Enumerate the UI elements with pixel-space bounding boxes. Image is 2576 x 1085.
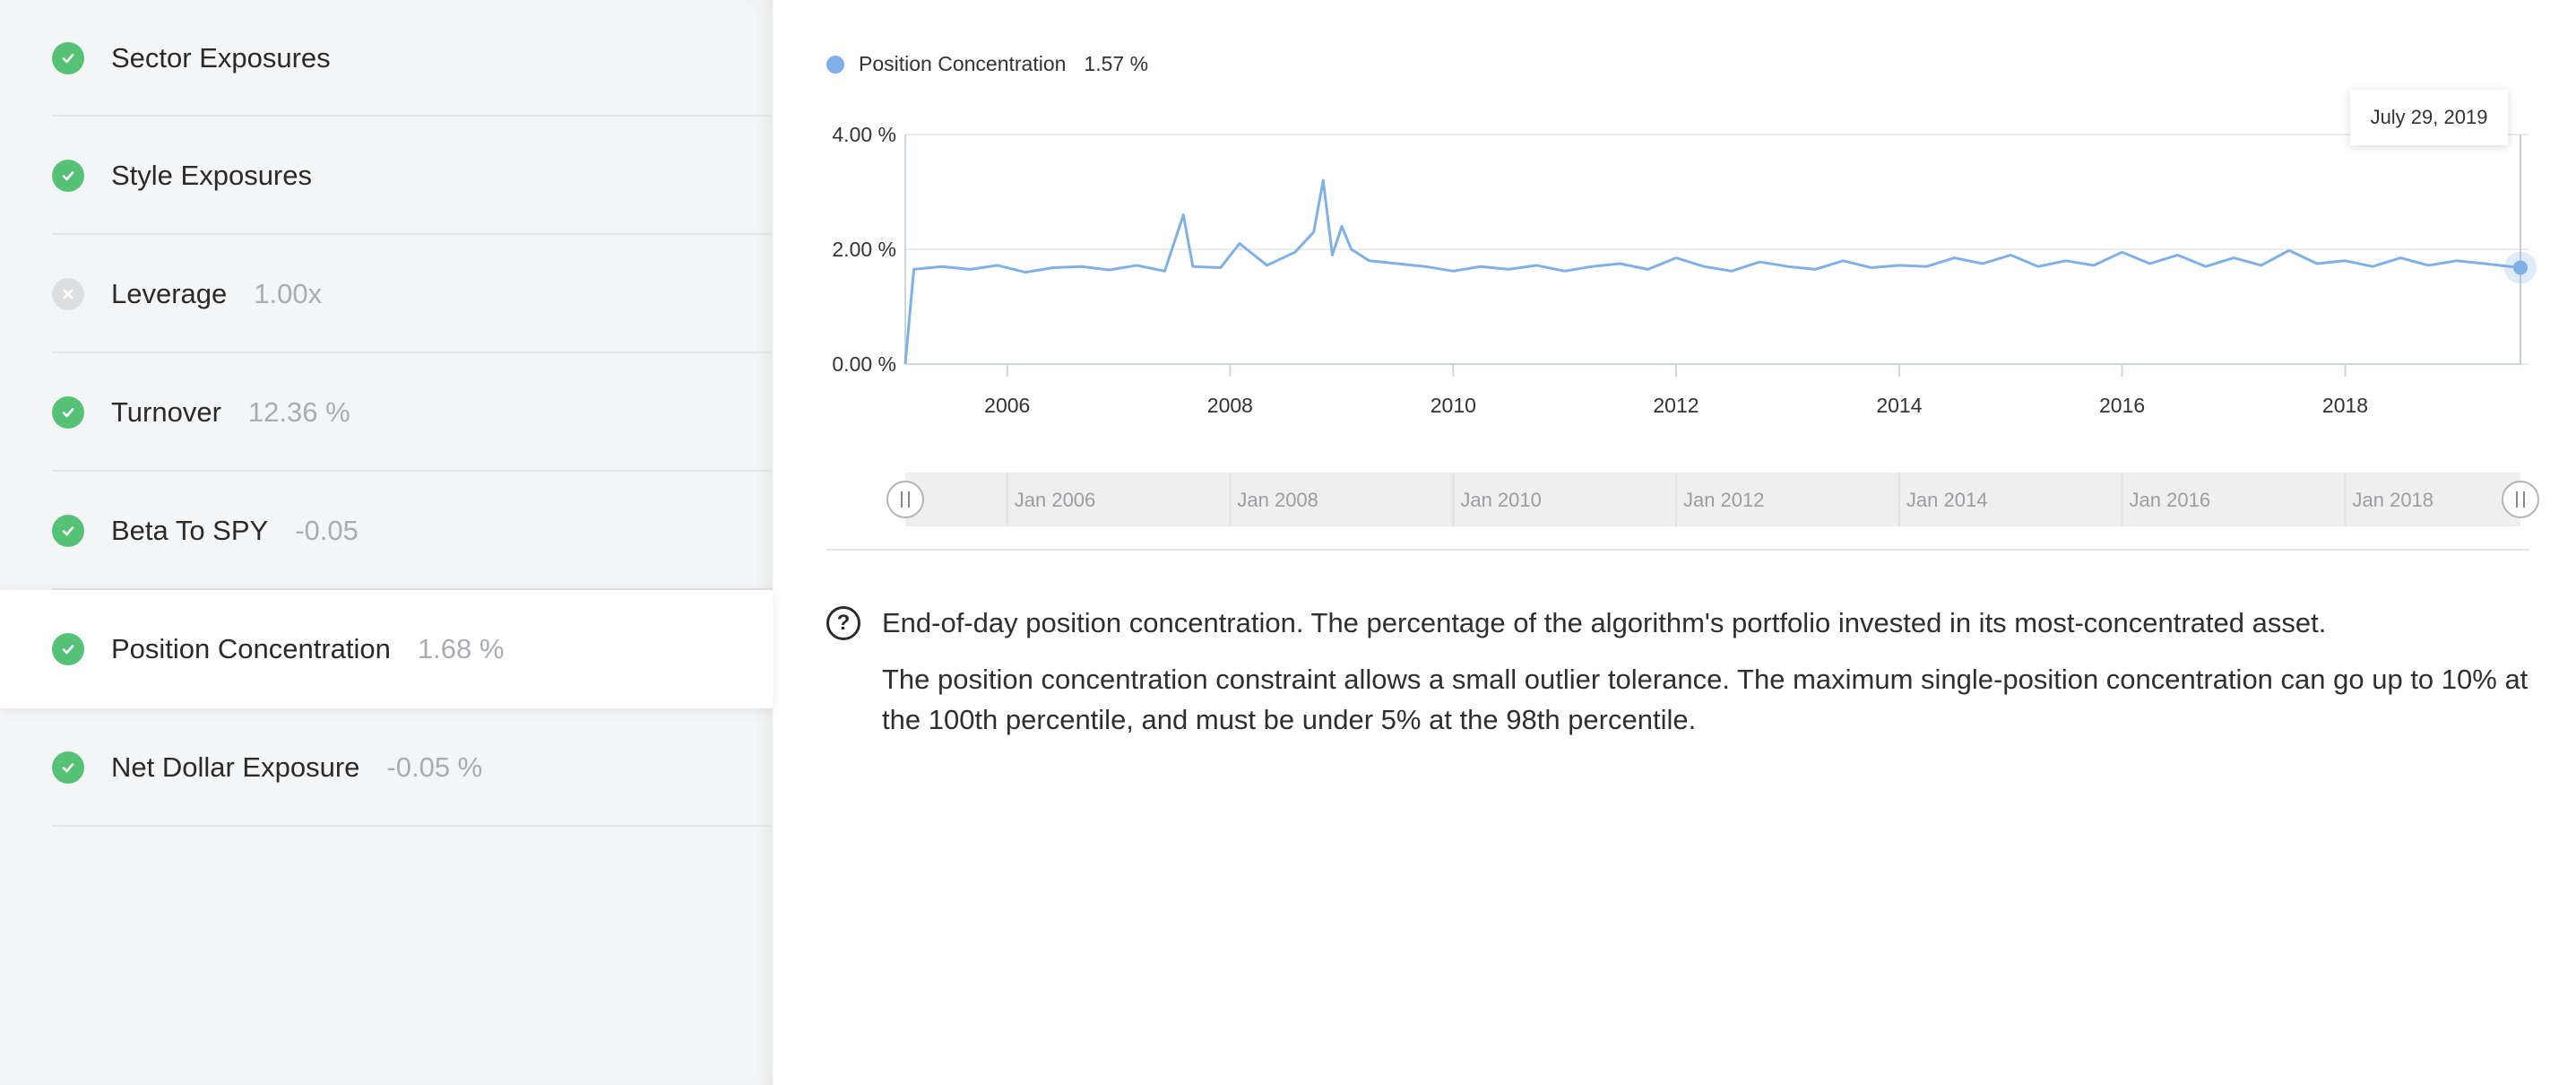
handle-circle xyxy=(886,481,924,518)
criteria-name: Style Exposures xyxy=(111,160,312,191)
criteria-name: Sector Exposures xyxy=(111,42,331,74)
criteria-name: Beta To SPY xyxy=(111,515,269,546)
criteria-name: Position Concentration xyxy=(111,633,391,664)
criteria-item-turnover[interactable]: Turnover 12.36 % xyxy=(0,353,773,472)
chart-tooltip: July 29, 2019 xyxy=(2350,90,2508,145)
description-summary: End-of-day position concentration. The p… xyxy=(882,607,2327,638)
criteria-value: 1.00x xyxy=(254,278,323,309)
navigator-tick-label: Jan 2006 xyxy=(1015,489,1096,511)
criteria-value: 12.36 % xyxy=(247,396,350,428)
x-tick-label: 2012 xyxy=(1653,394,1699,417)
y-tick-label: 4.00 % xyxy=(832,123,896,146)
check-icon xyxy=(52,160,84,192)
metric-description: ? End-of-day position concentration. The… xyxy=(826,603,2529,756)
navigator-tick-label: Jan 2014 xyxy=(1906,489,1988,511)
check-icon xyxy=(52,396,84,429)
description-detail: The position concentration constraint al… xyxy=(882,664,2528,735)
x-tick-label: 2018 xyxy=(2322,394,2368,417)
navigator-handle-right[interactable] xyxy=(2502,481,2539,518)
criteria-value: -0.05 % xyxy=(386,751,483,783)
axes: 0.00 % 2.00 % 4.00 % 2006 2008 2010 2012 2014 20… xyxy=(832,123,2521,417)
criteria-item-beta-to-spy[interactable]: Beta To SPY -0.05 xyxy=(0,472,773,590)
x-tick-label: 2014 xyxy=(1876,394,1922,417)
handle-circle xyxy=(2502,481,2539,518)
chart-panel: Position Concentration 1.57 % 0.00 % 2.00… xyxy=(773,0,2576,1085)
criteria-item-leverage[interactable]: Leverage 1.00x xyxy=(0,235,773,353)
y-tick-label: 0.00 % xyxy=(832,352,896,376)
divider xyxy=(826,549,2529,551)
navigator-tick-label: Jan 2012 xyxy=(1683,489,1765,511)
range-navigator: Jan 2006 Jan 2008 Jan 2010 Jan 2012 Jan 2014… xyxy=(886,473,2539,526)
check-icon xyxy=(52,515,84,547)
criteria-item-position-concentration[interactable]: Position Concentration 1.68 % xyxy=(0,590,773,708)
check-icon xyxy=(52,633,84,665)
x-icon xyxy=(52,278,84,310)
series-line-position-concentration xyxy=(903,178,2521,365)
series-layer xyxy=(903,178,2537,365)
criteria-name: Net Dollar Exposure xyxy=(111,751,360,783)
criteria-name: Leverage xyxy=(111,278,228,309)
grid-lines xyxy=(905,134,2529,365)
question-circle-icon: ? xyxy=(826,606,860,640)
description-text: End-of-day position concentration. The p… xyxy=(882,603,2529,740)
criteria-sidebar: Sector Exposures Style Exposures Leverag… xyxy=(0,0,773,1085)
x-tick-label: 2016 xyxy=(2099,394,2145,417)
criteria-item-net-dollar-exposure[interactable]: Net Dollar Exposure -0.05 % xyxy=(0,708,773,827)
criteria-item-style-exposures[interactable]: Style Exposures xyxy=(0,117,773,235)
criteria-item-sector-exposures[interactable]: Sector Exposures xyxy=(0,0,773,117)
y-tick-label: 2.00 % xyxy=(832,238,896,261)
criteria-value: 1.68 % xyxy=(417,633,505,664)
line-chart[interactable]: 0.00 % 2.00 % 4.00 % 2006 2008 2010 2012 2014 20… xyxy=(773,0,2576,538)
navigator-tick-label: Jan 2018 xyxy=(2353,489,2434,511)
hover-point xyxy=(2513,260,2528,275)
x-tick-label: 2008 xyxy=(1207,394,1253,417)
navigator-handle-left[interactable] xyxy=(886,481,924,518)
navigator-tick-label: Jan 2008 xyxy=(1237,489,1318,511)
navigator-tick-label: Jan 2010 xyxy=(1460,489,1542,511)
x-tick-label: 2010 xyxy=(1431,394,1476,417)
criteria-list: Sector Exposures Style Exposures Leverag… xyxy=(0,0,773,827)
check-icon xyxy=(52,751,84,784)
navigator-tick-label: Jan 2016 xyxy=(2130,489,2211,511)
criteria-value: -0.05 xyxy=(295,515,359,546)
check-icon xyxy=(52,42,84,74)
criteria-name: Turnover xyxy=(111,396,221,428)
x-tick-label: 2006 xyxy=(984,394,1030,417)
